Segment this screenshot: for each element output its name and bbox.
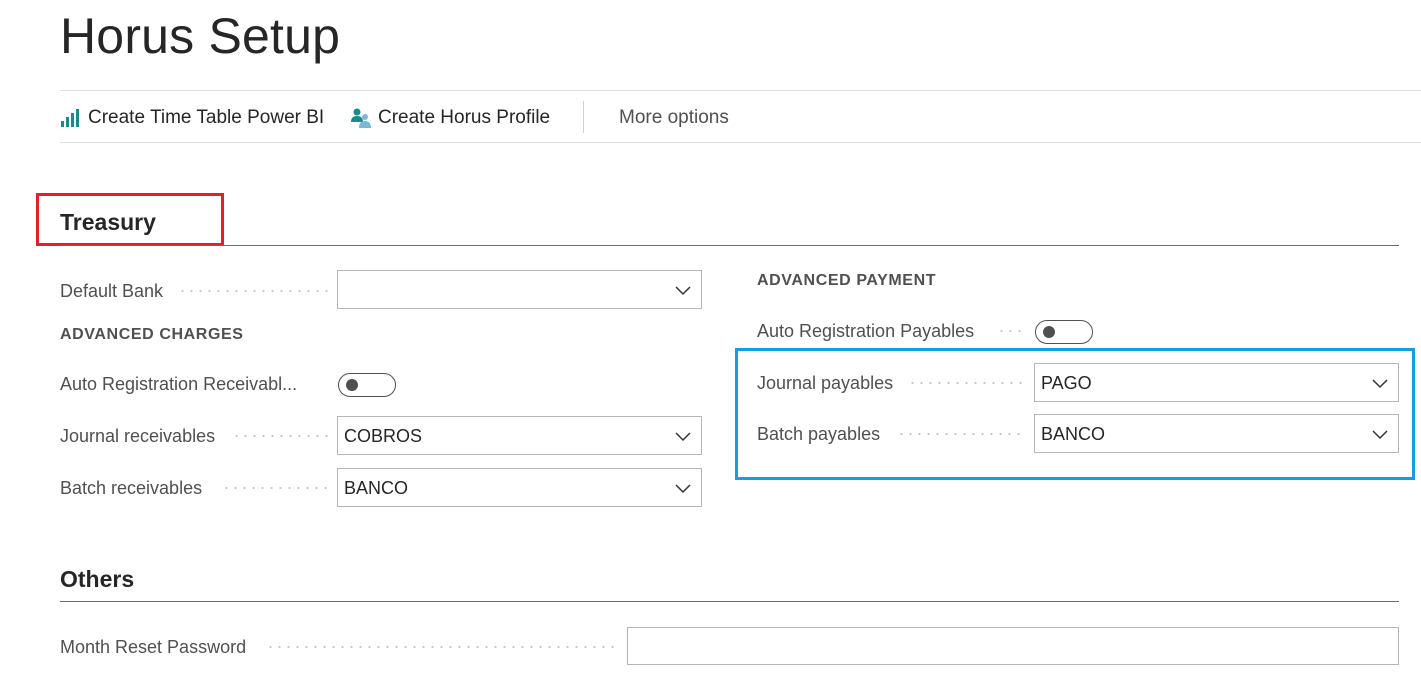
- batch-receivables-value: BANCO: [344, 478, 409, 498]
- bar-chart-icon: [61, 109, 79, 127]
- create-horus-profile-label: Create Horus Profile: [378, 107, 551, 128]
- auto-registration-payables-label: Auto Registration Payables: [757, 321, 975, 341]
- create-time-table-button[interactable]: Create Time Table Power BI: [60, 105, 324, 131]
- create-time-table-label: Create Time Table Power BI: [88, 107, 325, 128]
- batch-payables-value: BANCO: [1041, 424, 1106, 444]
- treasury-section-title[interactable]: Treasury: [60, 209, 156, 236]
- action-separator: [583, 101, 584, 133]
- chevron-down-icon: [675, 432, 691, 442]
- journal-payables-select[interactable]: PAGO: [1034, 363, 1399, 402]
- batch-receivables-label: Batch receivables: [60, 478, 203, 498]
- advanced-payment-heading: ADVANCED PAYMENT: [757, 272, 937, 289]
- page-title: Horus Setup: [60, 8, 341, 64]
- auto-registration-payables-leader: [997, 330, 1027, 332]
- month-reset-password-leader: [266, 646, 618, 648]
- others-divider: [60, 601, 1399, 602]
- toggle-knob: [346, 379, 358, 391]
- treasury-divider: [60, 245, 1399, 246]
- auto-registration-payables-toggle[interactable]: [1035, 320, 1093, 344]
- month-reset-password-input[interactable]: [627, 627, 1399, 665]
- journal-receivables-label: Journal receivables: [60, 426, 216, 446]
- default-bank-select[interactable]: [337, 270, 702, 309]
- users-icon: [351, 108, 371, 128]
- month-reset-password-label: Month Reset Password: [60, 637, 247, 657]
- batch-payables-select[interactable]: BANCO: [1034, 414, 1399, 453]
- chevron-down-icon: [675, 484, 691, 494]
- others-section-title[interactable]: Others: [60, 566, 134, 593]
- chevron-down-icon: [675, 286, 691, 296]
- journal-receivables-value: COBROS: [344, 426, 423, 446]
- more-options-button[interactable]: More options: [619, 105, 729, 131]
- batch-payables-label: Batch payables: [757, 424, 881, 444]
- chevron-down-icon: [1372, 430, 1388, 440]
- more-options-label: More options: [619, 107, 729, 128]
- auto-registration-receivables-toggle[interactable]: [338, 373, 396, 397]
- journal-payables-label: Journal payables: [757, 373, 894, 393]
- chevron-down-icon: [1372, 379, 1388, 389]
- create-horus-profile-button[interactable]: Create Horus Profile: [350, 105, 550, 131]
- auto-registration-receivables-label: Auto Registration Receivabl...: [60, 374, 298, 394]
- batch-payables-leader: [897, 433, 1026, 435]
- action-bar: Create Time Table Power BI Create Horus …: [60, 90, 1421, 143]
- journal-receivables-leader: [232, 435, 328, 437]
- advanced-charges-heading: ADVANCED CHARGES: [60, 326, 244, 343]
- journal-payables-value: PAGO: [1041, 373, 1092, 393]
- batch-receivables-leader: [222, 487, 328, 489]
- journal-receivables-select[interactable]: COBROS: [337, 416, 702, 455]
- batch-receivables-select[interactable]: BANCO: [337, 468, 702, 507]
- default-bank-leader: [178, 290, 328, 292]
- default-bank-label: Default Bank: [60, 281, 164, 301]
- toggle-knob: [1043, 326, 1055, 338]
- journal-payables-leader: [908, 382, 1026, 384]
